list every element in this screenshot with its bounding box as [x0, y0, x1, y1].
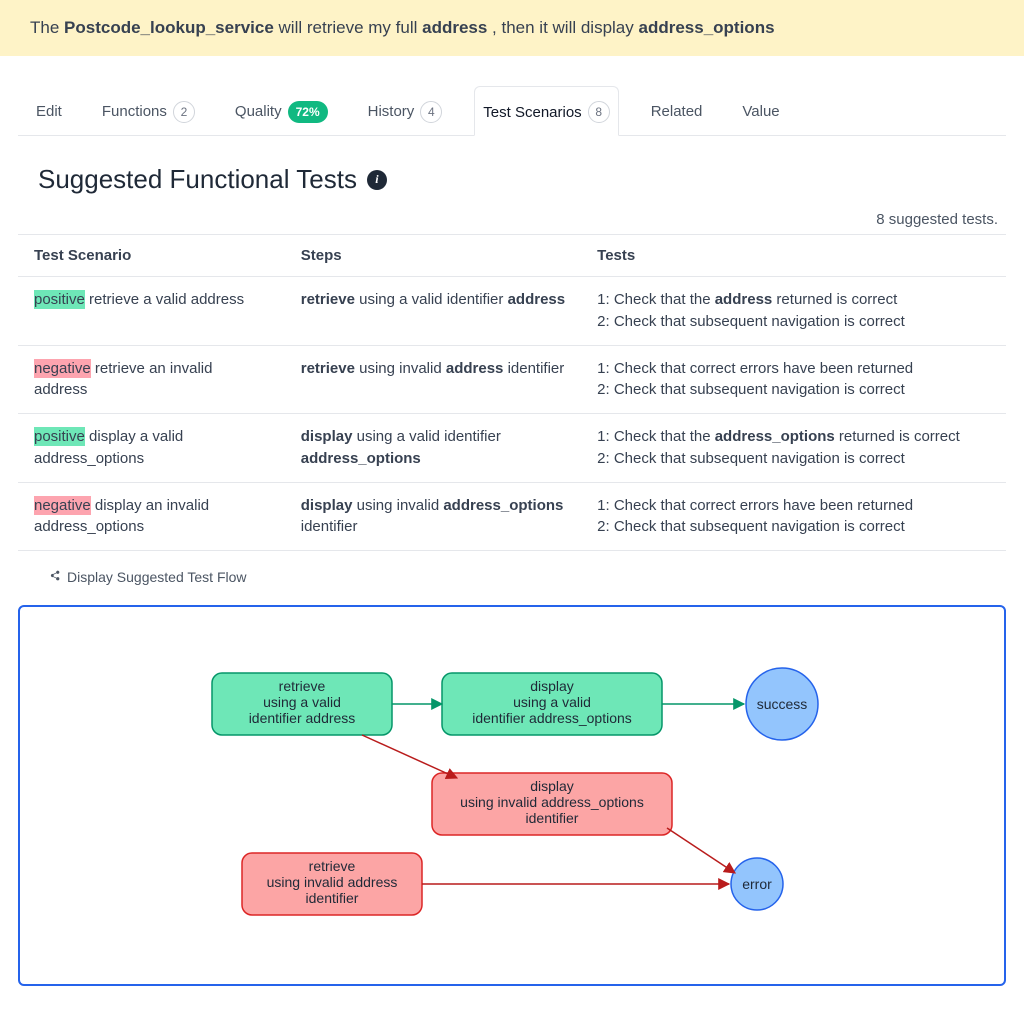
- suggested-count: 8 suggested tests.: [18, 207, 1006, 234]
- tab-functions[interactable]: Functions 2: [94, 87, 203, 135]
- steps-cell: display using invalid address_options id…: [285, 482, 581, 551]
- tab-quality[interactable]: Quality 72%: [227, 87, 336, 135]
- tab-scenarios-label: Test Scenarios: [483, 104, 581, 121]
- tests-cell: 1: Check that correct errors have been r…: [581, 345, 1006, 414]
- banner-text-3: , then it will display: [487, 18, 638, 37]
- flow-diagram: retrieve using a valid identifier addres…: [36, 623, 988, 963]
- n1-l1: retrieve: [279, 678, 326, 694]
- tab-value[interactable]: Value: [734, 89, 787, 132]
- col-tests: Tests: [581, 235, 1006, 277]
- steps-cell: display using a valid identifier address…: [285, 414, 581, 483]
- tab-test-scenarios[interactable]: Test Scenarios 8: [474, 86, 618, 136]
- flow-diagram-panel: retrieve using a valid identifier addres…: [18, 605, 1006, 986]
- n3-l3: identifier: [526, 810, 579, 826]
- table-row[interactable]: positive retrieve a valid addressretriev…: [18, 277, 1006, 346]
- n2-l2: using a valid: [513, 694, 591, 710]
- scenario-cell: negative display an invalid address_opti…: [18, 482, 285, 551]
- scenarios-count-badge: 8: [588, 101, 610, 123]
- scenario-cell: positive retrieve a valid address: [18, 277, 285, 346]
- functions-count-badge: 2: [173, 101, 195, 123]
- tab-quality-label: Quality: [235, 103, 282, 120]
- quality-pct-badge: 72%: [288, 101, 328, 123]
- col-steps: Steps: [285, 235, 581, 277]
- n2-l3: identifier address_options: [472, 710, 632, 726]
- tab-related[interactable]: Related: [643, 89, 711, 132]
- tab-related-label: Related: [651, 103, 703, 120]
- error-label: error: [742, 876, 772, 892]
- banner-text-1: The: [30, 18, 64, 37]
- n1-l3: identifier address: [249, 710, 356, 726]
- section-title-text: Suggested Functional Tests: [38, 164, 357, 195]
- display-flow-toggle[interactable]: Display Suggested Test Flow: [18, 551, 1006, 599]
- table-row[interactable]: positive display a valid address_options…: [18, 414, 1006, 483]
- success-label: success: [757, 696, 808, 712]
- banner-subject: Postcode_lookup_service: [64, 18, 274, 37]
- scenario-tag: positive: [34, 427, 85, 446]
- tab-bar: Edit Functions 2 Quality 72% History 4 T…: [18, 86, 1006, 136]
- col-scenario: Test Scenario: [18, 235, 285, 277]
- scenario-cell: negative retrieve an invalid address: [18, 345, 285, 414]
- n4-l2: using invalid address: [267, 874, 398, 890]
- scenario-tag: positive: [34, 290, 85, 309]
- info-icon[interactable]: i: [367, 170, 387, 190]
- history-count-badge: 4: [420, 101, 442, 123]
- scenario-tag: negative: [34, 496, 91, 515]
- n2-l1: display: [530, 678, 574, 694]
- steps-cell: retrieve using a valid identifier addres…: [285, 277, 581, 346]
- table-row[interactable]: negative display an invalid address_opti…: [18, 482, 1006, 551]
- n1-l2: using a valid: [263, 694, 341, 710]
- tab-edit-label: Edit: [36, 103, 62, 120]
- tab-history[interactable]: History 4: [360, 87, 451, 135]
- edge-retrieve-display-invalid: [362, 735, 457, 778]
- flow-icon: [48, 569, 61, 585]
- banner-obj1: address: [422, 18, 487, 37]
- tests-cell: 1: Check that correct errors have been r…: [581, 482, 1006, 551]
- tab-history-label: History: [368, 103, 415, 120]
- scenarios-table: Test Scenario Steps Tests positive retri…: [18, 234, 1006, 551]
- tab-functions-label: Functions: [102, 103, 167, 120]
- tab-edit[interactable]: Edit: [28, 89, 70, 132]
- n3-l2: using invalid address_options: [460, 794, 644, 810]
- table-row[interactable]: negative retrieve an invalid addressretr…: [18, 345, 1006, 414]
- tests-cell: 1: Check that the address returned is co…: [581, 277, 1006, 346]
- banner-text-2: will retrieve my full: [274, 18, 422, 37]
- banner-obj2: address_options: [639, 18, 775, 37]
- scenario-cell: positive display a valid address_options: [18, 414, 285, 483]
- n4-l3: identifier: [306, 890, 359, 906]
- flow-toggle-label: Display Suggested Test Flow: [67, 569, 247, 585]
- context-banner: The Postcode_lookup_service will retriev…: [0, 0, 1024, 56]
- steps-cell: retrieve using invalid address identifie…: [285, 345, 581, 414]
- n4-l1: retrieve: [309, 858, 356, 874]
- n3-l1: display: [530, 778, 574, 794]
- tab-value-label: Value: [742, 103, 779, 120]
- tests-cell: 1: Check that the address_options return…: [581, 414, 1006, 483]
- edge-display-invalid-error: [667, 828, 735, 873]
- section-heading: Suggested Functional Tests i: [38, 164, 1006, 195]
- scenario-tag: negative: [34, 359, 91, 378]
